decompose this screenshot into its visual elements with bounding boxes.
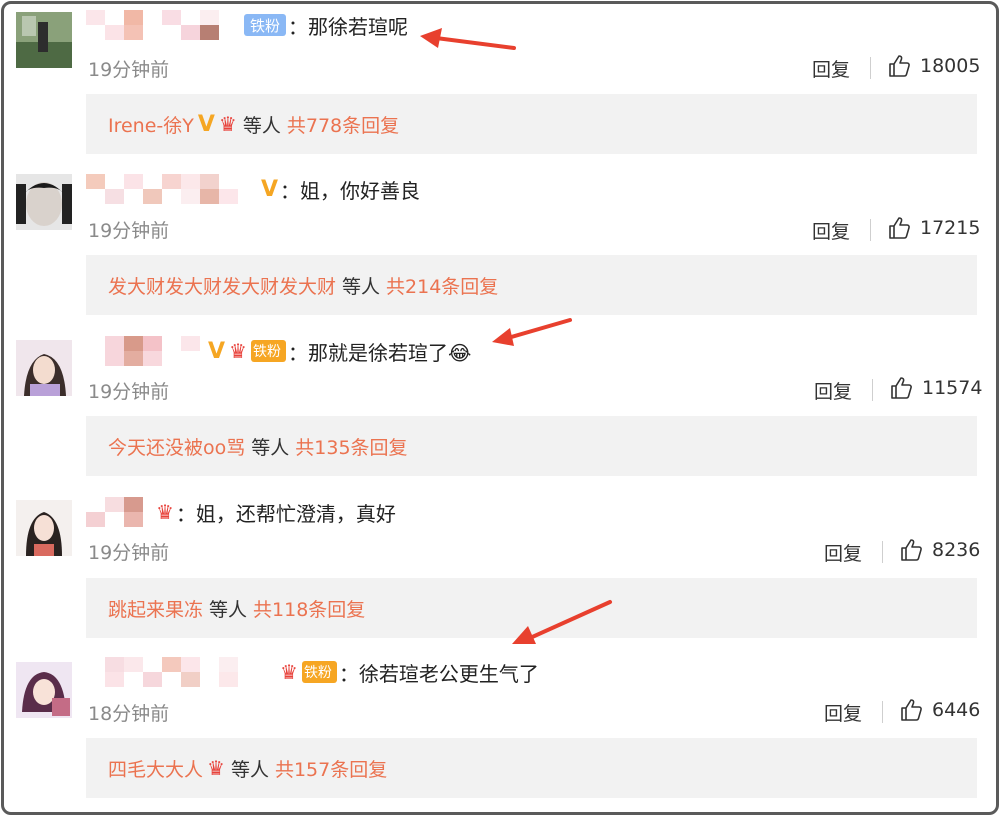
- avatar[interactable]: [16, 662, 72, 718]
- comment-header: V ♛ 铁粉 ：那就是徐若瑄了😂: [86, 334, 471, 368]
- thumbs-up-icon: [889, 55, 910, 77]
- comment-text: ：徐若瑄老公更生气了: [338, 661, 539, 686]
- crown-badge-icon: ♛: [207, 756, 225, 780]
- reply-mid-text: 等人: [251, 436, 290, 459]
- reply-button[interactable]: 回复: [824, 539, 862, 566]
- avatar[interactable]: [16, 500, 72, 556]
- reply-summary[interactable]: Irene-徐Y V ♛ 等人 共778条回复: [86, 94, 977, 154]
- blurred-username[interactable]: [86, 10, 238, 40]
- reply-count[interactable]: 共118条回复: [253, 595, 365, 622]
- comment-list: 铁粉 ：那徐若瑄呢 19分钟前 回复 18005 Irene-徐Y V ♛ 等人…: [1, 1, 999, 815]
- like-button[interactable]: 8236: [900, 538, 980, 562]
- comment-header: ♛ ：姐，还帮忙澄清，真好: [86, 495, 396, 529]
- reply-user[interactable]: 今天还没被oo骂: [108, 433, 245, 460]
- reply-user[interactable]: 四毛大大人: [108, 755, 203, 782]
- divider: [882, 701, 883, 723]
- divider: [870, 57, 871, 79]
- blurred-username[interactable]: [86, 336, 200, 366]
- fan-badge: 铁粉: [244, 14, 287, 36]
- blurred-username[interactable]: [86, 174, 257, 204]
- reply-button[interactable]: 回复: [812, 217, 850, 244]
- divider: [870, 219, 871, 241]
- reply-mid-text: 等人: [209, 598, 248, 621]
- reply-user[interactable]: Irene-徐Y: [108, 111, 194, 138]
- like-button[interactable]: 6446: [900, 698, 980, 722]
- fan-badge: 铁粉: [301, 661, 337, 683]
- divider: [872, 379, 873, 401]
- like-button[interactable]: 17215: [888, 216, 980, 240]
- avatar[interactable]: [16, 12, 72, 68]
- like-count: 6446: [932, 699, 981, 721]
- comment-time: 18分钟前: [88, 703, 170, 725]
- divider: [882, 541, 883, 563]
- verified-v-icon: V: [261, 176, 279, 202]
- comment-time: 19分钟前: [88, 59, 170, 81]
- like-button[interactable]: 18005: [888, 54, 980, 78]
- crown-badge-icon: ♛: [280, 660, 298, 684]
- comment-text: ：姐，还帮忙澄清，真好: [175, 501, 396, 526]
- reply-mid-text: 等人: [342, 275, 381, 298]
- like-button[interactable]: 11574: [890, 376, 982, 400]
- fan-badge: 铁粉: [250, 340, 286, 362]
- blurred-username[interactable]: [86, 497, 152, 527]
- reply-user[interactable]: 发大财发大财发大财发大财: [108, 272, 336, 299]
- reply-button[interactable]: 回复: [812, 55, 850, 82]
- comment-time: 19分钟前: [88, 220, 170, 242]
- reply-mid-text: 等人: [242, 114, 281, 137]
- reply-summary[interactable]: 发大财发大财发大财发大财 等人 共214条回复: [86, 255, 977, 315]
- reply-summary[interactable]: 今天还没被oo骂 等人 共135条回复: [86, 416, 977, 476]
- reply-count[interactable]: 共778条回复: [287, 111, 399, 138]
- thumbs-up-icon: [891, 377, 912, 399]
- comment-text: ：那徐若瑄呢: [288, 14, 409, 39]
- reply-button[interactable]: 回复: [814, 377, 852, 404]
- comment-text: ：姐，你好善良: [280, 178, 421, 203]
- comment-header: V ：姐，你好善良: [86, 172, 420, 206]
- comment-time: 19分钟前: [88, 381, 170, 403]
- reply-count[interactable]: 共214条回复: [386, 272, 498, 299]
- thumbs-up-icon: [889, 217, 910, 239]
- reply-count[interactable]: 共157条回复: [275, 755, 387, 782]
- annotation-arrow-icon: [492, 318, 572, 346]
- reply-count[interactable]: 共135条回复: [295, 433, 407, 460]
- crown-badge-icon: ♛: [156, 500, 174, 524]
- reply-button[interactable]: 回复: [824, 699, 862, 726]
- like-count: 8236: [932, 539, 981, 561]
- reply-summary[interactable]: 四毛大大人 ♛ 等人 共157条回复: [86, 738, 977, 798]
- like-count: 11574: [922, 377, 983, 399]
- avatar[interactable]: [16, 340, 72, 396]
- comment-header: 铁粉 ：那徐若瑄呢: [86, 8, 408, 42]
- annotation-arrow-icon: [420, 28, 516, 50]
- verified-v-icon: V: [208, 338, 226, 364]
- blurred-username[interactable]: [86, 657, 276, 687]
- comment-text: ：那就是徐若瑄了😂: [287, 340, 472, 365]
- verified-v-icon: V: [197, 111, 215, 137]
- reply-user[interactable]: 跳起来果冻: [108, 595, 203, 622]
- like-count: 17215: [920, 217, 981, 239]
- avatar[interactable]: [16, 174, 72, 230]
- comment-time: 19分钟前: [88, 542, 170, 564]
- reply-mid-text: 等人: [230, 758, 269, 781]
- thumbs-up-icon: [901, 539, 922, 561]
- annotation-arrow-icon: [512, 600, 612, 644]
- like-count: 18005: [920, 55, 981, 77]
- thumbs-up-icon: [901, 699, 922, 721]
- crown-badge-icon: ♛: [218, 112, 237, 136]
- crown-badge-icon: ♛: [229, 339, 247, 363]
- comment-header: ♛ 铁粉 ：徐若瑄老公更生气了: [86, 655, 539, 689]
